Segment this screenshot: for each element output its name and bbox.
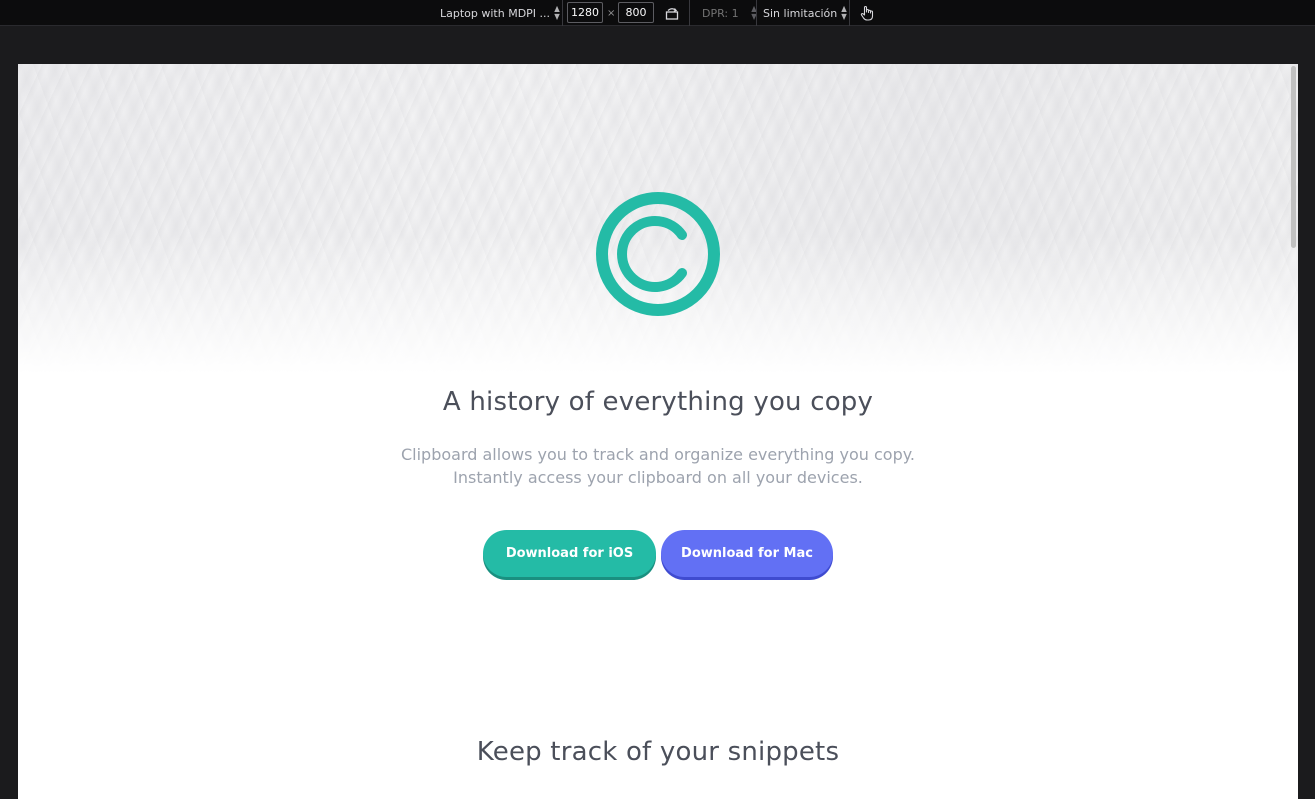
- select-arrows-icon: ▲ ▼: [841, 4, 848, 21]
- page-scrollbar[interactable]: [1291, 66, 1296, 248]
- devtools-toolbar: Laptop with MDPI ... ▲ ▼ 1280 × 800 DPR: …: [0, 0, 1315, 26]
- touch-hand-icon: [860, 5, 874, 21]
- hero-subtext-line-1: Clipboard allows you to track and organi…: [400, 445, 916, 464]
- throttle-label: Sin limitación: [763, 6, 838, 20]
- hero-subtext: Clipboard allows you to track and organi…: [18, 443, 1298, 489]
- clipboard-c-logo-icon: [596, 192, 720, 316]
- viewport-height-input[interactable]: 800: [618, 2, 654, 23]
- snippets-section-title: Keep track of your snippets: [476, 737, 840, 767]
- page-viewport: A history of everything you copy Clipboa…: [18, 64, 1298, 799]
- toolbar-divider: [756, 0, 757, 26]
- rotate-button[interactable]: [664, 0, 680, 26]
- hero-subtext-line-2: Instantly access your clipboard on all y…: [453, 468, 863, 487]
- toolbar-divider: [849, 0, 850, 26]
- device-label: Laptop with MDPI ...: [440, 6, 551, 20]
- download-mac-button[interactable]: Download for Mac: [661, 530, 833, 577]
- device-select[interactable]: Laptop with MDPI ... ▲ ▼: [440, 0, 560, 26]
- download-ios-button[interactable]: Download for iOS: [483, 530, 656, 577]
- dimension-separator: ×: [607, 7, 616, 19]
- select-arrows-icon: ▲ ▼: [554, 4, 560, 21]
- viewport-width-input[interactable]: 1280: [567, 2, 603, 23]
- dpr-select[interactable]: DPR: 1 ▲ ▼: [702, 0, 757, 26]
- hero-headline: A history of everything you copy: [442, 387, 874, 417]
- rotate-icon: [665, 7, 679, 20]
- network-throttle-select[interactable]: Sin limitación ▲ ▼: [763, 0, 847, 26]
- touch-simulation-button[interactable]: [859, 0, 875, 26]
- toolbar-divider: [562, 0, 563, 26]
- dpr-label: DPR: 1: [702, 6, 739, 20]
- toolbar-divider: [689, 0, 690, 26]
